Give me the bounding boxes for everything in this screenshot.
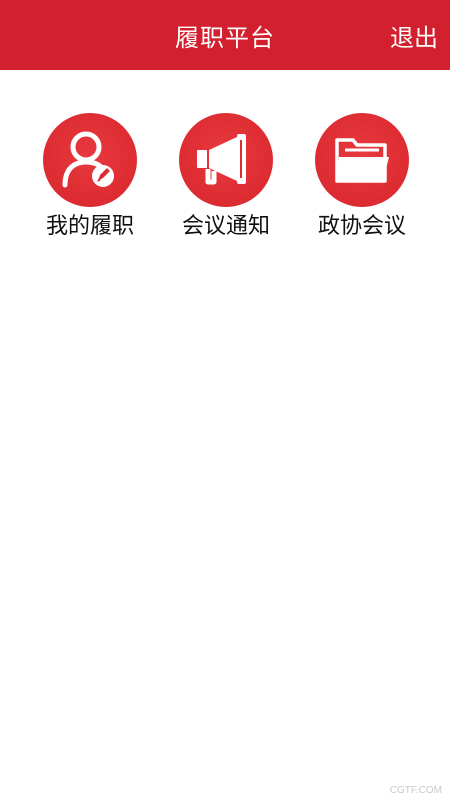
menu-grid: 我的履职 会议通知 政协会议 [0, 110, 450, 250]
page-title: 履职平台 [175, 24, 275, 52]
user-edit-icon [43, 113, 137, 207]
folder-icon [315, 113, 409, 207]
watermark-text: CGTF.COM [389, 785, 442, 796]
tile-meeting-notice[interactable]: 会议通知 [166, 110, 286, 245]
tile-label: 政协会议 [317, 214, 406, 239]
app-screen: 履职平台 退出 我的履职 会议通知 政协会议 CGTF.COM [0, 0, 450, 800]
top-bar: 履职平台 退出 [0, 0, 450, 70]
tile-label: 我的履职 [45, 214, 134, 239]
tile-cppcc-meeting[interactable]: 政协会议 [302, 110, 422, 245]
logout-button[interactable]: 退出 [390, 0, 438, 70]
tile-label: 会议通知 [181, 214, 270, 239]
megaphone-icon [179, 113, 273, 207]
tile-my-duty[interactable]: 我的履职 [30, 110, 150, 245]
